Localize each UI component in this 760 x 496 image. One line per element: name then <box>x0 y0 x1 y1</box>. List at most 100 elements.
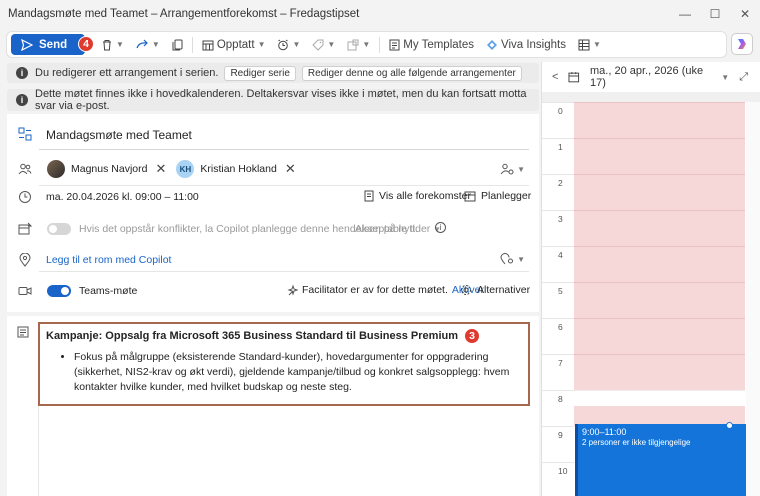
body-heading-text: Kampanje: Oppsalg fra Microsoft 365 Busi… <box>46 330 459 342</box>
close-icon[interactable]: ✕ <box>730 0 760 28</box>
expand-icon[interactable]: ⤢ <box>739 71 748 84</box>
copilot-button[interactable] <box>731 33 753 55</box>
busy-slot[interactable] <box>574 406 745 426</box>
clock-icon <box>17 189 33 205</box>
calendar-event-block[interactable]: 9:00–11:00 2 personer er ikke tilgjengel… <box>575 424 746 496</box>
hour-row: 1 <box>542 138 760 174</box>
template-icon <box>389 39 400 50</box>
attendee-options-button[interactable]: ▼ <box>500 163 525 175</box>
hour-row: 8 <box>542 390 760 426</box>
calendar-sync-icon <box>17 221 33 237</box>
location-search-icon <box>500 253 514 265</box>
forward-button[interactable]: ▼ <box>130 34 166 55</box>
my-templates-button[interactable]: My Templates <box>383 34 480 55</box>
event-resize-handle[interactable] <box>726 422 733 429</box>
delete-button[interactable]: ▼ <box>95 34 130 55</box>
datetime-row: ma. 20.04.2026 kl. 09:00 – 11:00 Vis all… <box>7 186 539 208</box>
edit-series-button[interactable]: Rediger serie <box>224 65 296 81</box>
step-badge-3: 3 <box>464 328 481 344</box>
hour-row: 3 <box>542 210 760 246</box>
add-room-copilot-link[interactable]: Legg til et rom med Copilot <box>46 254 171 266</box>
busy-slot[interactable] <box>574 282 745 318</box>
reminder-dropdown[interactable]: ▼ <box>271 34 306 55</box>
planner-button[interactable]: Planlegger <box>464 190 531 202</box>
title-bar: Mandagsmøte med Teamet – Arrangementfore… <box>0 0 760 28</box>
divider <box>191 36 193 53</box>
hour-label: 9 <box>558 430 563 440</box>
chevron-down-icon: ▼ <box>592 40 601 49</box>
copilot-icon <box>738 39 746 49</box>
copilot-reschedule-toggle[interactable] <box>47 223 71 235</box>
maximize-icon[interactable]: ☐ <box>700 0 730 28</box>
hour-row: 2 <box>542 174 760 210</box>
send-button[interactable]: Send 4 <box>11 34 94 55</box>
minimize-icon[interactable]: — <box>670 0 700 28</box>
free-slot[interactable] <box>574 390 745 406</box>
send-label: Send <box>39 38 68 51</box>
alternatives-button[interactable]: Alternativer <box>460 284 530 296</box>
document-icon <box>364 190 374 202</box>
busy-slot[interactable] <box>574 138 745 174</box>
chevron-left-icon[interactable]: < <box>552 71 558 83</box>
attendee-chip[interactable]: KH Kristian Hokland ✕ <box>176 160 296 178</box>
redo-arrow-icon <box>136 39 148 48</box>
categorize-dropdown[interactable]: ▼ <box>306 34 341 55</box>
hour-row: 6 <box>542 318 760 354</box>
datetime-field[interactable]: ma. 20.04.2026 kl. 09:00 – 11:00 <box>46 191 199 203</box>
calendar-scrollbar[interactable] <box>746 102 760 496</box>
addins-dropdown[interactable]: ▼ <box>341 34 376 55</box>
more-apps-dropdown[interactable]: ▼ <box>572 34 607 55</box>
hour-row: 5 <box>542 282 760 318</box>
chevron-down-icon[interactable]: ▼ <box>721 73 729 82</box>
send-icon <box>21 38 33 51</box>
busy-slot[interactable] <box>574 102 745 138</box>
section-separator <box>7 312 539 316</box>
step-badge-4: 4 <box>78 36 94 52</box>
window-title: Mandagsmøte med Teamet – Arrangementfore… <box>8 8 360 20</box>
teams-meeting-toggle[interactable] <box>47 285 71 297</box>
chevron-down-icon: ▼ <box>517 254 525 264</box>
remove-attendee-icon[interactable]: ✕ <box>155 161 166 177</box>
body-heading: Kampanje: Oppsalg fra Microsoft 365 Busi… <box>46 328 522 344</box>
chevron-down-icon: ▼ <box>292 40 301 49</box>
attendee-chip[interactable]: Magnus Navjord ✕ <box>47 160 166 178</box>
busy-slot[interactable] <box>574 174 745 210</box>
meeting-body-editor[interactable]: Kampanje: Oppsalg fra Microsoft 365 Busi… <box>38 322 530 406</box>
location-options-button[interactable]: ▼ <box>500 253 525 265</box>
acceptable-times-dropdown[interactable]: Akseptable tider ▼ <box>355 223 441 235</box>
show-all-occurrences-button[interactable]: Vis alle forekomster <box>364 190 471 202</box>
calendar-date-label[interactable]: ma., 20 apr., 2026 (uke 17) <box>590 65 717 89</box>
busy-slot[interactable] <box>574 318 745 354</box>
busy-slot[interactable] <box>574 210 745 246</box>
remove-attendee-icon[interactable]: ✕ <box>285 161 296 177</box>
show-as-dropdown[interactable]: Opptatt ▼ <box>196 34 272 55</box>
chevron-down-icon: ▼ <box>517 164 525 174</box>
ribbon-toolbar: Send 4 ▼ ▼ Opptatt ▼ ▼ ▼ ▼ My Templates … <box>6 31 727 58</box>
calendar-notice: i Dette møtet finnes ikke i hovedkalende… <box>7 88 539 112</box>
edit-following-button[interactable]: Rediger denne og alle følgende arrangeme… <box>301 65 522 81</box>
facilitator-text: Facilitator er av for dette møtet. <box>302 284 448 296</box>
event-form: Mandagsmøte med Teamet Magnus Navjord ✕ … <box>7 114 539 496</box>
viva-insights-icon <box>486 39 497 50</box>
viva-insights-button[interactable]: Viva Insights <box>480 34 572 55</box>
calendar-header: < ma., 20 apr., 2026 (uke 17) ▼ ⤢ <box>542 62 760 92</box>
calendar-today-icon[interactable] <box>568 71 580 83</box>
copy-button[interactable] <box>166 34 189 55</box>
teams-meeting-label: Teams-møte <box>79 285 138 297</box>
event-time: 9:00–11:00 <box>582 427 627 437</box>
busy-slot[interactable] <box>574 354 745 390</box>
location-pin-icon <box>17 252 33 268</box>
busy-slot[interactable] <box>574 246 745 282</box>
info-icon[interactable]: i <box>435 222 446 233</box>
hour-label: 10 <box>558 466 568 476</box>
teams-row: Teams-møte Facilitator er av for dette m… <box>7 280 539 302</box>
copilot-conflict-row: Hvis det oppstår konflikter, la Copilot … <box>7 218 539 240</box>
title-input[interactable]: Mandagsmøte med Teamet <box>39 120 529 150</box>
body-bullets: Fokus på målgruppe (eksisterende Standar… <box>74 350 522 395</box>
calendar-icon <box>464 191 476 202</box>
hour-label: 7 <box>558 358 563 368</box>
attendees-row: Magnus Navjord ✕ KH Kristian Hokland ✕ ▼ <box>7 152 539 186</box>
title-field-icon <box>17 126 33 142</box>
people-icon <box>17 161 33 177</box>
show-as-label: Opptatt <box>216 38 255 51</box>
